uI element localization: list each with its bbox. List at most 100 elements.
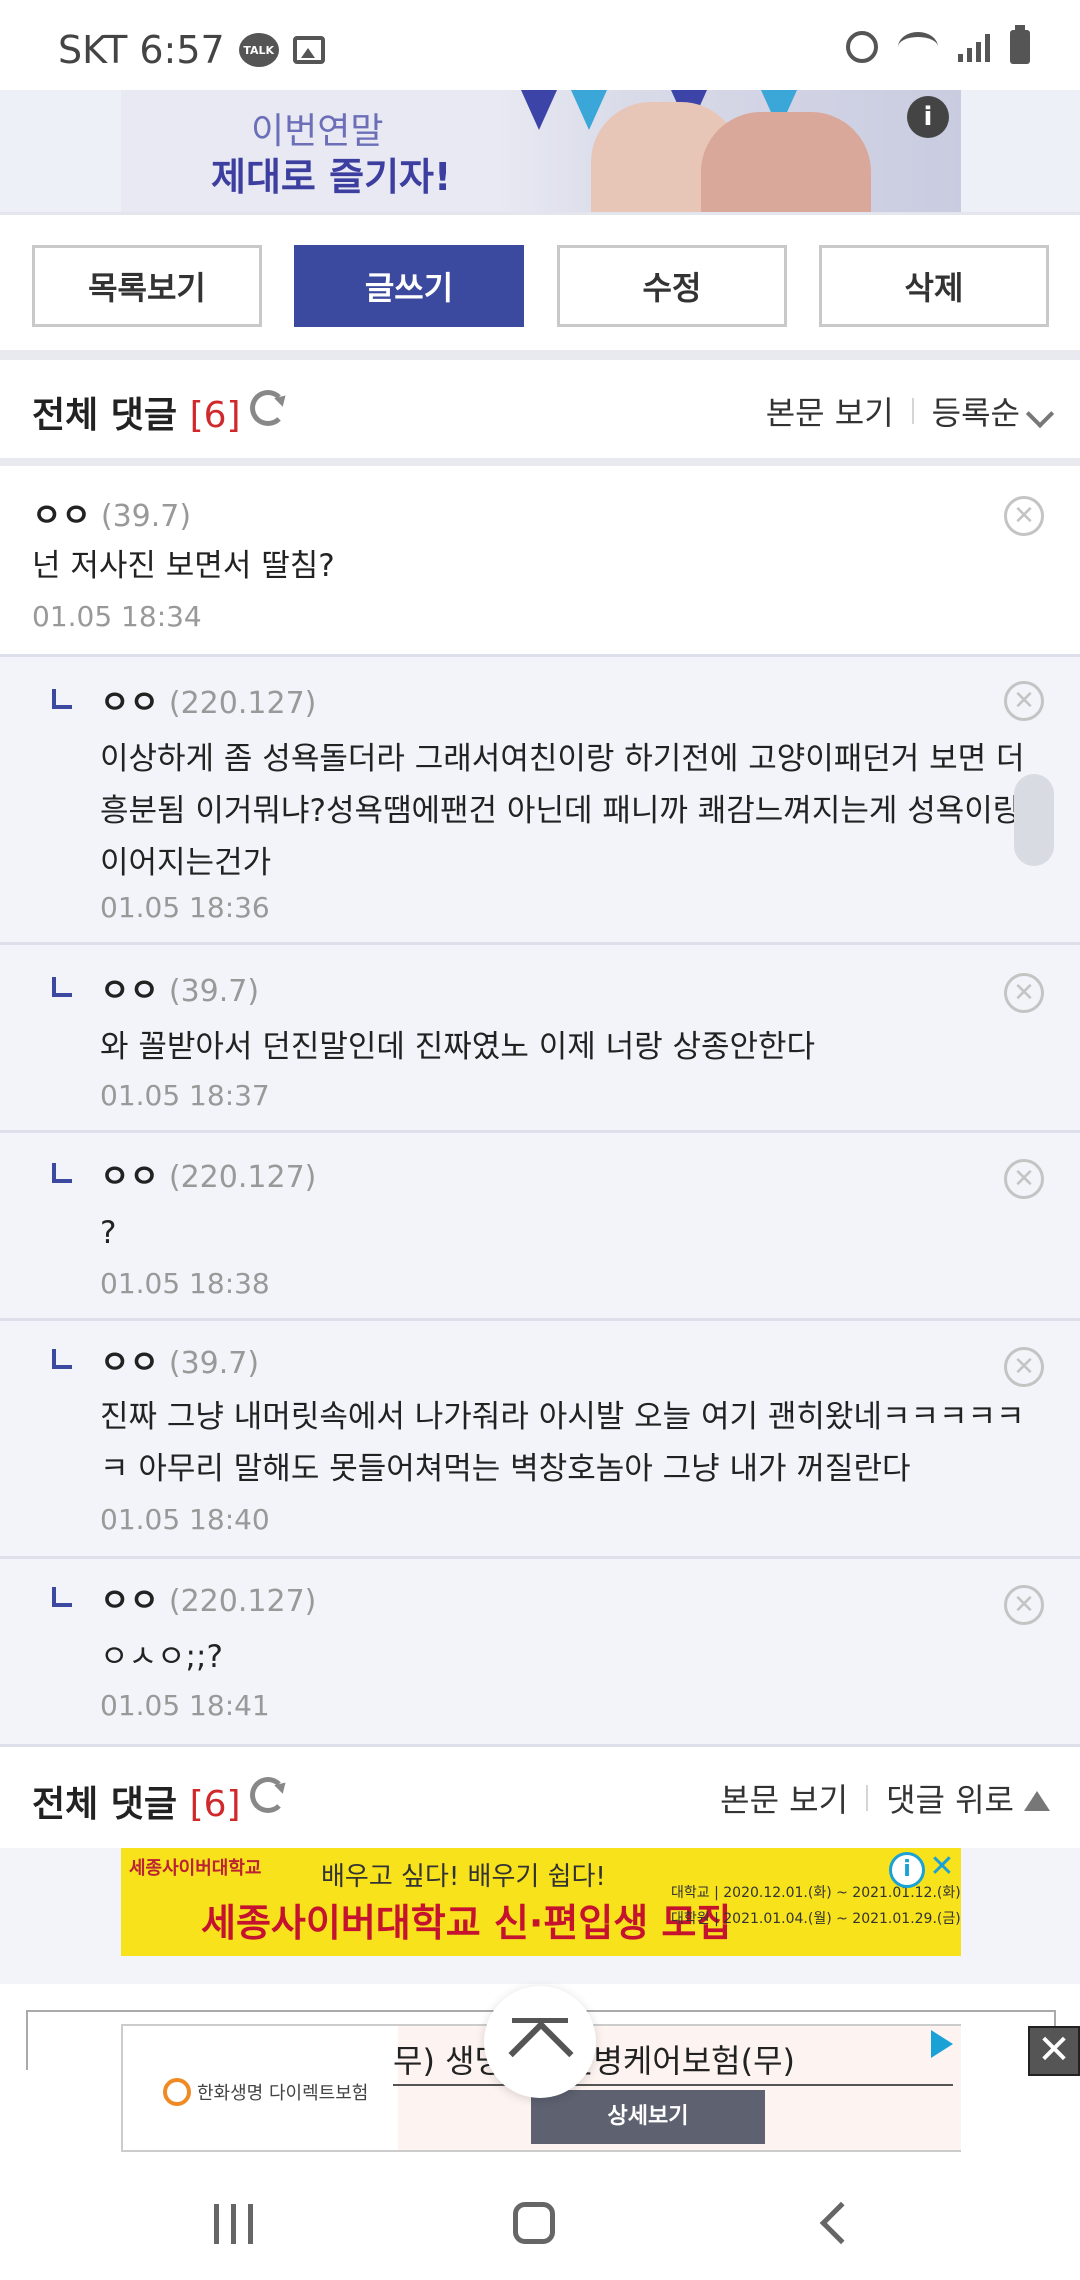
comment-ip: (220.127) xyxy=(168,686,317,721)
reply-arrow-icon xyxy=(52,1349,72,1369)
refresh-icon[interactable] xyxy=(250,390,286,426)
ad-close-icon[interactable]: ✕ xyxy=(927,1852,957,1882)
view-body-link[interactable]: 본문 보기 xyxy=(766,388,894,434)
hanwha-logo-text: 한화생명 다이렉트보험 xyxy=(197,2083,369,2104)
comment-text: 이상하게 좀 성욕돌더라 그래서여친이랑 하기전에 고양이패던거 보면 더흥분됨… xyxy=(100,741,1025,881)
kakaotalk-icon: TALK xyxy=(238,33,279,67)
divider xyxy=(393,2084,953,2086)
comment-ip: (39.7) xyxy=(168,1346,260,1381)
carrier-time: SKT 6:57 xyxy=(58,28,225,72)
ad-detail-button[interactable]: 상세보기 xyxy=(531,2090,765,2144)
comment-ip: (39.7) xyxy=(100,499,192,534)
sejong-ad[interactable]: 세종사이버대학교 배우고 싶다! 배우기 쉽다! 세종사이버대학교 신·편입생 … xyxy=(121,1848,961,1956)
reply-arrow-icon xyxy=(52,977,72,997)
ad-product-name: 무) 생명 3대질병케어보험(무) xyxy=(393,2042,795,2080)
scroll-handle[interactable] xyxy=(1014,774,1054,866)
ad-date-line: 대학원 | 2021.01.04.(월) ~ 2021.01.29.(금) xyxy=(671,1911,961,1927)
ad-headline: 세종사이버대학교 신·편입생 모집 xyxy=(201,1901,732,1945)
comment-nickname[interactable]: ㅇㅇ xyxy=(100,1157,159,1195)
reply-arrow-icon xyxy=(52,689,72,709)
divider xyxy=(0,350,1080,360)
close-ad-button[interactable]: ✕ xyxy=(1028,2026,1080,2076)
reply-item: ㅇㅇ (39.7) 와 꼴받아서 던진말인데 진짜였노 이제 너랑 상종안한다 0… xyxy=(0,942,1080,1132)
reply-item: ㅇㅇ (39.7) 진짜 그냥 내머릿속에서 나가줘라 아시발 오늘 여기 괜히왔… xyxy=(0,1318,1080,1558)
model-photo xyxy=(701,112,871,212)
comment-time: 01.05 18:36 xyxy=(100,891,270,924)
comments-title: 전체 댓글 [6] xyxy=(32,1775,241,1827)
comments-header: 전체 댓글 [6] 본문 보기 등록순 xyxy=(0,360,1080,460)
view-body-link[interactable]: 본문 보기 xyxy=(720,1775,848,1821)
top-ad[interactable]: 이번연말 제대로 즐기자! i xyxy=(121,90,961,212)
comment-text: 와 꼴받아서 던진말인데 진짜였노 이제 너랑 상종안한다 xyxy=(100,1029,816,1065)
triangle-up-icon xyxy=(1024,1791,1050,1811)
comments-title-label: 전체 댓글 xyxy=(32,395,178,436)
top-ad-banner: 이번연말 제대로 즐기자! i xyxy=(0,90,1080,212)
battery-icon xyxy=(1010,25,1030,64)
scroll-to-top-button[interactable] xyxy=(484,1986,596,2098)
image-notification-icon xyxy=(292,36,325,64)
sort-label: 등록순 xyxy=(931,394,1020,432)
to-top-label: 댓글 위로 xyxy=(886,1781,1014,1819)
delete-comment-icon[interactable]: ✕ xyxy=(1004,973,1044,1013)
refresh-icon[interactable] xyxy=(250,1777,286,1813)
hanwha-logo: 한화생명 다이렉트보험 xyxy=(163,2078,368,2106)
flag-decoration xyxy=(571,90,607,130)
system-nav-bar xyxy=(0,2152,1080,2280)
edit-button[interactable]: 수정 xyxy=(557,245,787,327)
comment-text: ㅇㅅㅇ;;? xyxy=(100,1639,223,1675)
comment-nickname[interactable]: ㅇㅇ xyxy=(100,1343,159,1381)
flag-decoration xyxy=(521,90,557,130)
comment-nickname[interactable]: ㅇㅇ xyxy=(100,1581,159,1619)
reply-arrow-icon xyxy=(52,1163,72,1183)
comment-item: ㅇㅇ (39.7) 넌 저사진 보면서 딸침? 01.05 18:34 ✕ xyxy=(0,466,1080,656)
ad-brand: 세종사이버대학교 xyxy=(129,1858,262,1879)
hanwha-logo-icon xyxy=(163,2078,191,2106)
comment-ip: (220.127) xyxy=(168,1160,317,1195)
delete-comment-icon[interactable]: ✕ xyxy=(1004,681,1044,721)
comments-footer-header: 전체 댓글 [6] 본문 보기 댓글 위로 xyxy=(0,1744,1080,1848)
to-comments-top-link[interactable]: 댓글 위로 xyxy=(886,1775,1050,1821)
sort-dropdown[interactable]: 등록순 xyxy=(931,388,1055,434)
action-button-row: 목록보기 글쓰기 수정 삭제 xyxy=(0,212,1080,352)
top-ad-line2: 제대로 즐기자! xyxy=(211,155,452,199)
reply-item: ㅇㅇ (220.127) ? 01.05 18:38 ✕ xyxy=(0,1130,1080,1320)
comments-count: [6] xyxy=(189,1784,241,1825)
adchoices-icon[interactable] xyxy=(931,2030,953,2058)
ad-info-icon[interactable]: i xyxy=(907,96,949,138)
comment-ip: (39.7) xyxy=(168,974,260,1009)
comment-nickname[interactable]: ㅇㅇ xyxy=(100,683,159,721)
ad-slogan: 배우고 싶다! 배우기 쉽다! xyxy=(321,1862,606,1892)
comment-text: 진짜 그냥 내머릿속에서 나가줘라 아시발 오늘 여기 괜히왔네ㅋㅋㅋㅋㅋㅋ 아… xyxy=(100,1399,1025,1487)
back-icon[interactable] xyxy=(819,2201,863,2245)
delete-comment-icon[interactable]: ✕ xyxy=(1004,1347,1044,1387)
chevron-down-icon xyxy=(1025,399,1055,429)
comment-text: 넌 저사진 보면서 딸침? xyxy=(32,548,335,584)
wifi-icon xyxy=(898,32,938,62)
divider xyxy=(911,398,914,424)
comment-time: 01.05 18:34 xyxy=(32,600,202,633)
delete-button[interactable]: 삭제 xyxy=(819,245,1049,327)
comment-time: 01.05 18:37 xyxy=(100,1079,270,1112)
delete-comment-icon[interactable]: ✕ xyxy=(1004,496,1044,536)
write-button[interactable]: 글쓰기 xyxy=(294,245,524,327)
comment-time: 01.05 18:38 xyxy=(100,1267,270,1300)
comments-count: [6] xyxy=(189,395,241,436)
reply-arrow-icon xyxy=(52,1587,72,1607)
comments-title: 전체 댓글 [6] xyxy=(32,386,241,438)
recent-apps-icon[interactable] xyxy=(214,2204,253,2244)
delete-comment-icon[interactable]: ✕ xyxy=(1004,1585,1044,1625)
comment-nickname[interactable]: ㅇㅇ xyxy=(32,496,91,534)
divider xyxy=(866,1785,869,1811)
comment-text: ? xyxy=(100,1215,117,1251)
list-button[interactable]: 목록보기 xyxy=(32,245,262,327)
reply-item: ㅇㅇ (220.127) ㅇㅅㅇ;;? 01.05 18:41 ✕ xyxy=(0,1556,1080,1746)
comment-nickname[interactable]: ㅇㅇ xyxy=(100,971,159,1009)
delete-comment-icon[interactable]: ✕ xyxy=(1004,1159,1044,1199)
comment-time: 01.05 18:40 xyxy=(100,1503,270,1536)
adchoices-info-icon[interactable]: i xyxy=(889,1852,925,1888)
alarm-icon xyxy=(846,31,878,63)
reply-item: ㅇㅇ (220.127) 이상하게 좀 성욕돌더라 그래서여친이랑 하기전에 고양… xyxy=(0,654,1080,944)
comments-title-label: 전체 댓글 xyxy=(32,1784,178,1825)
home-icon[interactable] xyxy=(513,2202,555,2244)
comment-ip: (220.127) xyxy=(168,1584,317,1619)
